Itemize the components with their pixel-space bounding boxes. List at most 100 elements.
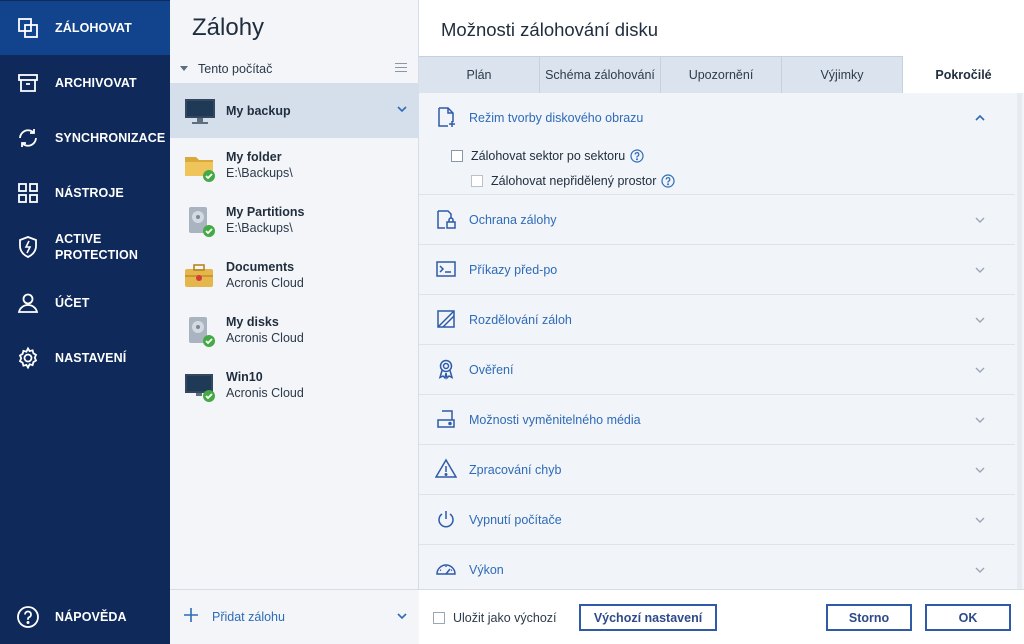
- tab-advanced[interactable]: Pokročilé: [903, 56, 1024, 93]
- nav-item-tools[interactable]: NÁSTROJE: [0, 166, 170, 220]
- backup-item[interactable]: My folder E:\Backups\: [170, 138, 419, 193]
- nav-label: ZÁLOHOVAT: [55, 21, 132, 35]
- section-backup-protection: Ochrana zálohy: [419, 195, 1015, 245]
- monitor-icon: [185, 374, 215, 402]
- scrollbar[interactable]: [1015, 93, 1024, 589]
- chevron-down-icon[interactable]: [975, 266, 985, 274]
- nav-label: ÚČET: [55, 296, 90, 310]
- chevron-down-icon[interactable]: [975, 466, 985, 474]
- sync-icon: [16, 126, 40, 150]
- backup-name: My folder: [226, 150, 282, 164]
- nav-label: NÁSTROJE: [55, 186, 124, 200]
- nav-item-account[interactable]: ÚČET: [0, 276, 170, 330]
- options-footer: Uložit jako výchozí Výchozí nastavení St…: [419, 589, 1024, 644]
- chevron-down-icon[interactable]: [397, 105, 407, 113]
- backup-location: E:\Backups\: [226, 166, 293, 180]
- help-circle-icon: [16, 605, 40, 629]
- speedometer-icon: [436, 564, 456, 575]
- group-header[interactable]: Tento počítač: [170, 58, 419, 82]
- backup-list-panel: Zálohy Tento počítač My backup My folder…: [170, 0, 419, 644]
- nav-item-archive[interactable]: ARCHIVOVAT: [0, 56, 170, 110]
- reset-to-defaults-button[interactable]: Výchozí nastavení: [579, 604, 717, 631]
- section-header[interactable]: Ověření: [419, 345, 1015, 394]
- tab-exclusions[interactable]: Výjimky: [782, 56, 903, 93]
- option-sector-by-sector[interactable]: Zálohovat sektor po sektoru: [451, 147, 644, 165]
- terminal-icon: [436, 261, 456, 277]
- shield-bolt-icon: [16, 235, 40, 259]
- checkbox[interactable]: [433, 612, 445, 624]
- scrollbar-thumb[interactable]: [1017, 93, 1022, 589]
- backup-name: Win10: [226, 370, 263, 384]
- option-unallocated-space[interactable]: Zálohovat nepřidělený prostor: [471, 172, 675, 190]
- backup-name: Documents: [226, 260, 295, 274]
- badge-icon: [438, 359, 454, 380]
- file-plus-icon: [438, 107, 455, 127]
- cancel-button[interactable]: Storno: [826, 604, 912, 631]
- section-header[interactable]: Zpracování chyb: [419, 445, 1015, 494]
- chevron-down-icon[interactable]: [975, 516, 985, 524]
- nav-item-settings[interactable]: NASTAVENÍ: [0, 331, 170, 385]
- section-header[interactable]: Režim tvorby diskového obrazu: [419, 93, 1015, 142]
- section-label: Režim tvorby diskového obrazu: [469, 111, 644, 125]
- nav-item-backup[interactable]: ZÁLOHOVAT: [0, 1, 170, 55]
- disk-icon: [189, 207, 215, 237]
- section-header[interactable]: Rozdělování záloh: [419, 295, 1015, 344]
- checkbox[interactable]: [471, 175, 483, 187]
- save-as-default-option[interactable]: Uložit jako výchozí: [433, 611, 557, 625]
- user-icon: [16, 291, 40, 315]
- section-pre-post-commands: Příkazy před-po: [419, 245, 1015, 295]
- grid-tools-icon: [16, 181, 40, 205]
- chevron-down-icon[interactable]: [975, 216, 985, 224]
- help-icon[interactable]: [630, 149, 644, 163]
- checkbox[interactable]: [451, 150, 463, 162]
- hamburger-menu-icon[interactable]: [395, 63, 407, 73]
- tab-schedule[interactable]: Plán: [419, 56, 540, 93]
- copy-icon: [16, 16, 40, 40]
- chevron-down-icon[interactable]: [975, 366, 985, 374]
- section-label: Ověření: [469, 363, 514, 377]
- nav-label: ARCHIVOVAT: [55, 76, 137, 90]
- add-backup-bar: Přidat zálohu: [170, 589, 419, 644]
- section-validation: Ověření: [419, 345, 1015, 395]
- section-header[interactable]: Ochrana zálohy: [419, 195, 1015, 244]
- section-backup-splitting: Rozdělování záloh: [419, 295, 1015, 345]
- backup-location: E:\Backups\: [226, 221, 293, 235]
- backup-item[interactable]: Documents Acronis Cloud: [170, 248, 419, 303]
- removable-media-icon: [437, 410, 455, 428]
- nav-item-sync[interactable]: SYNCHRONIZACE: [0, 111, 170, 165]
- backup-item[interactable]: My disks Acronis Cloud: [170, 303, 419, 358]
- chevron-down-icon[interactable]: [975, 416, 985, 424]
- help-icon[interactable]: [661, 174, 675, 188]
- section-header[interactable]: Příkazy před-po: [419, 245, 1015, 294]
- backup-item[interactable]: My Partitions E:\Backups\: [170, 193, 419, 248]
- section-label: Zpracování chyb: [469, 463, 562, 477]
- nav-label: NASTAVENÍ: [55, 351, 127, 365]
- nav-label: ACTIVE PROTECTION: [55, 232, 138, 262]
- chevron-up-icon[interactable]: [975, 114, 985, 122]
- tab-bar: Plán Schéma zálohování Upozornění Výjimk…: [419, 56, 1024, 93]
- section-label: Výkon: [469, 563, 504, 577]
- chevron-down-icon[interactable]: [975, 316, 985, 324]
- page-title: Možnosti zálohování disku: [441, 19, 658, 40]
- chevron-down-icon[interactable]: [397, 612, 407, 620]
- folder-icon: [185, 157, 215, 182]
- tab-backup-scheme[interactable]: Schéma zálohování: [540, 56, 661, 93]
- backup-item[interactable]: Win10 Acronis Cloud: [170, 358, 419, 413]
- tab-notifications[interactable]: Upozornění: [661, 56, 782, 93]
- section-header[interactable]: Výkon: [419, 545, 1015, 594]
- nav-item-active-protection[interactable]: ACTIVE PROTECTION: [0, 220, 170, 274]
- main-navigation: ZÁLOHOVAT ARCHIVOVAT SYNCHRONIZACE NÁSTR…: [0, 0, 170, 644]
- ok-button[interactable]: OK: [925, 604, 1011, 631]
- section-header[interactable]: Vypnutí počítače: [419, 495, 1015, 544]
- section-error-handling: Zpracování chyb: [419, 445, 1015, 495]
- option-label: Zálohovat nepřidělený prostor: [491, 174, 657, 188]
- disk-icon: [189, 317, 215, 347]
- section-label: Vypnutí počítače: [469, 513, 562, 527]
- section-header[interactable]: Možnosti vyměnitelného média: [419, 395, 1015, 444]
- chevron-down-icon[interactable]: [975, 566, 985, 574]
- backup-item[interactable]: My backup: [170, 83, 419, 138]
- add-backup-button[interactable]: Přidat zálohu: [212, 610, 285, 624]
- nav-item-help[interactable]: NÁPOVĚDA: [0, 590, 170, 644]
- nav-label: SYNCHRONIZACE: [55, 131, 166, 145]
- plus-icon[interactable]: [183, 607, 199, 623]
